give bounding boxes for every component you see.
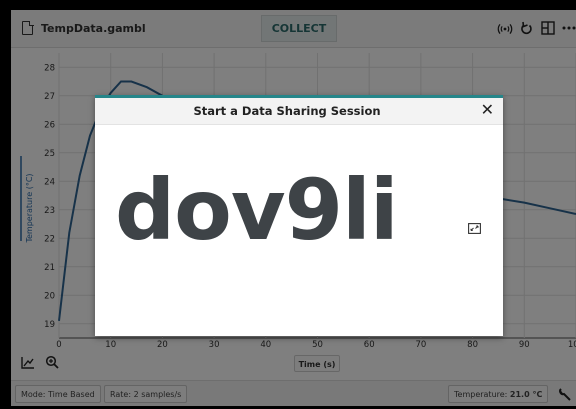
app-window: TempData.gambl COLLECT 19202122232425262… [11,10,576,406]
session-code: dov9li [115,161,399,259]
dialog-header: Start a Data Sharing Session ✕ [95,98,503,125]
dialog-title: Start a Data Sharing Session [193,104,381,118]
data-sharing-dialog: Start a Data Sharing Session ✕ dov9li [95,95,503,336]
expand-icon[interactable] [468,223,481,234]
close-icon[interactable]: ✕ [481,101,494,119]
